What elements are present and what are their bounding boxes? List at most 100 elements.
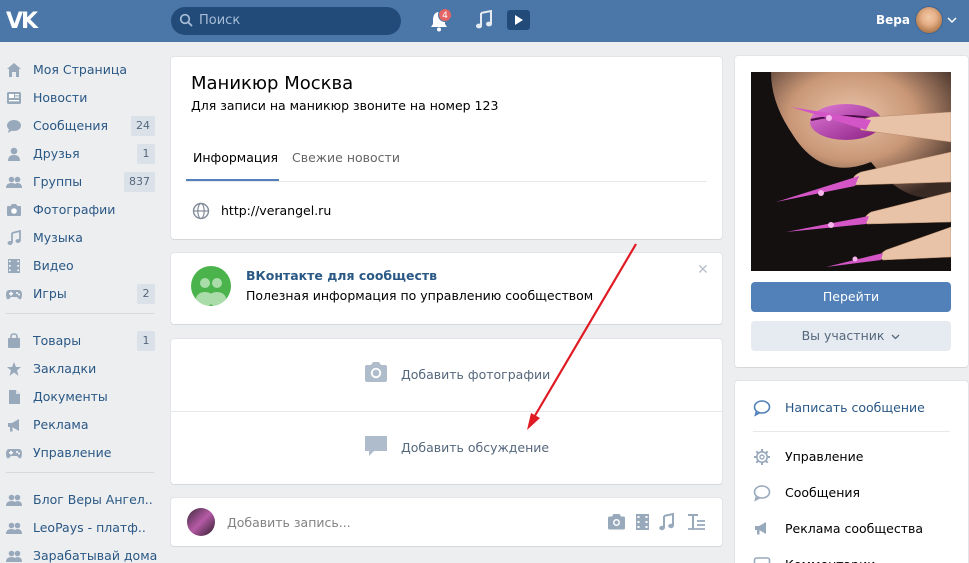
sidebar-item[interactable]: Друзья 1: [0, 140, 160, 168]
video-icon[interactable]: [636, 514, 649, 530]
sidebar-item[interactable]: Блог Веры Ангел..: [0, 486, 160, 514]
vk-logo[interactable]: VK: [6, 9, 40, 34]
count-badge: 1: [137, 331, 155, 351]
actions-card: Написать сообщение Управление Сообщения Рек…: [735, 381, 968, 563]
count-badge: 24: [131, 116, 155, 136]
notification-badge: 4: [438, 8, 452, 22]
search-icon: [179, 13, 193, 27]
sidebar-item-label: LeoPays - платф..: [33, 520, 146, 535]
messages-icon: [7, 120, 21, 133]
promo-title[interactable]: ВКонтакте для сообществ: [246, 268, 437, 283]
member-label: Вы участник: [801, 328, 885, 343]
nav-divider: [6, 472, 154, 473]
action-item[interactable]: Управление: [735, 440, 968, 472]
post-input[interactable]: Добавить запись...: [227, 515, 351, 530]
sidebar-item-label: Реклама: [33, 417, 89, 432]
star-icon: [7, 362, 21, 376]
video-player-button[interactable]: [507, 10, 530, 30]
sidebar-item[interactable]: Игры 2: [0, 280, 160, 308]
nav-divider: [6, 313, 154, 314]
action-label: Реклама сообщества: [785, 521, 924, 536]
sidebar-item[interactable]: Реклама: [0, 411, 160, 439]
add-content-card: Добавить фотографии Добавить обсуждение: [171, 339, 722, 484]
close-icon[interactable]: ✕: [697, 262, 709, 278]
user-avatar[interactable]: [915, 6, 943, 34]
sidebar-item[interactable]: Сообщения 24: [0, 112, 160, 140]
sidebar-item[interactable]: Группы 837: [0, 168, 160, 196]
play-icon: [515, 15, 523, 25]
active-tab-indicator: [186, 179, 279, 181]
sidebar-item-label: Закладки: [33, 361, 97, 376]
tab-news[interactable]: Свежие новости: [292, 150, 400, 165]
page-title: Маникюр Москва: [191, 73, 354, 94]
search-bar[interactable]: Поиск: [171, 7, 401, 35]
sidebar-item-label: Новости: [33, 90, 88, 105]
post-attach-tools: [608, 513, 705, 531]
sidebar-item[interactable]: Новости: [0, 84, 160, 112]
sidebar-item[interactable]: Закладки: [0, 355, 160, 383]
megaphone-icon: [8, 419, 19, 432]
tab-info[interactable]: Информация: [193, 150, 278, 165]
home-icon: [7, 63, 21, 77]
text-format-icon[interactable]: [688, 514, 705, 530]
chevron-down-icon[interactable]: [947, 16, 957, 24]
avatar: [187, 508, 215, 536]
discussion-icon: [365, 436, 387, 456]
go-button[interactable]: Перейти: [751, 282, 951, 312]
chat-icon: [753, 485, 771, 502]
add-discussion-label: Добавить обсуждение: [401, 440, 550, 455]
document-icon: [9, 390, 20, 404]
user-name[interactable]: Вера: [876, 13, 910, 27]
sidebar-item-label: Игры: [33, 286, 67, 301]
comment-icon: [753, 557, 771, 563]
action-item[interactable]: Написать сообщение: [735, 391, 968, 423]
website-link[interactable]: http://verangel.ru: [221, 203, 331, 218]
add-discussion-button[interactable]: Добавить обсуждение: [171, 412, 722, 484]
music-icon[interactable]: [475, 10, 493, 30]
groups-icon: [6, 550, 22, 562]
friends-icon: [8, 147, 20, 161]
sidebar-item[interactable]: Моя Страница: [0, 56, 160, 84]
add-photos-label: Добавить фотографии: [401, 367, 551, 382]
sidebar-item-label: Зарабатывай дома: [33, 548, 158, 563]
sidebar-item-label: Видео: [33, 258, 74, 273]
music-icon: [7, 230, 21, 245]
divider: [753, 431, 950, 432]
sidebar-item-label: Моя Страница: [33, 62, 127, 77]
sidebar-item-label: Управление: [33, 445, 112, 460]
action-item[interactable]: Реклама сообщества: [735, 512, 968, 544]
sidebar-item[interactable]: Музыка: [0, 224, 160, 252]
add-photos-button[interactable]: Добавить фотографии: [171, 339, 722, 411]
gamepad-icon: [6, 290, 22, 300]
sidebar-item[interactable]: Товары 1: [0, 327, 160, 355]
sidebar-item-label: Группы: [33, 174, 83, 189]
sidebar-item-label: Фотографии: [33, 202, 116, 217]
video-icon: [8, 259, 20, 273]
sidebar-item[interactable]: Фотографии: [0, 196, 160, 224]
group-cover-image[interactable]: [751, 72, 951, 271]
bag-icon: [8, 333, 20, 348]
sidebar-item-label: Музыка: [33, 230, 83, 245]
music-icon[interactable]: [659, 513, 674, 531]
news-icon: [7, 92, 21, 104]
sidebar-item[interactable]: LeoPays - платф..: [0, 514, 160, 542]
sidebar-item-label: Документы: [33, 389, 108, 404]
gear-icon: [754, 449, 770, 465]
group-info-card: Маникюр Москва Для записи на маникюр зво…: [171, 57, 722, 239]
sidebar-item[interactable]: Видео: [0, 252, 160, 280]
tabs-divider: [186, 181, 707, 182]
count-badge: 1: [137, 144, 155, 164]
camera-icon[interactable]: [608, 514, 625, 530]
message-bubble-icon: [753, 400, 771, 417]
action-item[interactable]: Сообщения: [735, 476, 968, 508]
sidebar-item-label: Товары: [33, 333, 82, 348]
camera-icon: [365, 362, 387, 382]
search-placeholder: Поиск: [199, 13, 241, 28]
sidebar-item[interactable]: Зарабатывай дома: [0, 542, 160, 563]
sidebar-item[interactable]: Управление: [0, 439, 160, 467]
sidebar-item-label: Блог Веры Ангел..: [33, 492, 153, 507]
groups-icon: [6, 176, 22, 188]
action-item[interactable]: Комментарии: [735, 548, 968, 563]
sidebar-item[interactable]: Документы: [0, 383, 160, 411]
member-dropdown-button[interactable]: Вы участник: [751, 321, 951, 351]
